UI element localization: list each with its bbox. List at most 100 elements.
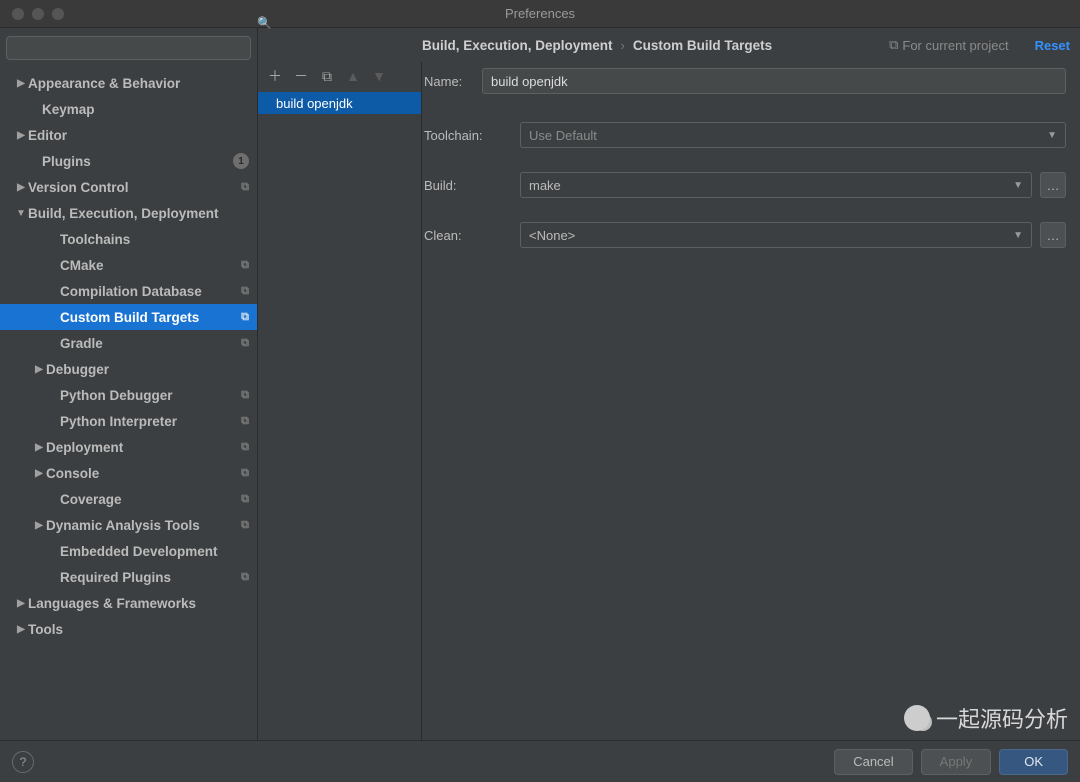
sidebar-item[interactable]: ▶Deployment⧉ xyxy=(0,434,257,460)
window-controls xyxy=(0,8,64,20)
build-browse-button[interactable]: … xyxy=(1040,172,1066,198)
move-down-button[interactable]: ▼ xyxy=(372,68,386,84)
sidebar-item[interactable]: Keymap xyxy=(0,96,257,122)
clean-value: <None> xyxy=(529,228,575,243)
sidebar-item-label: Build, Execution, Deployment xyxy=(28,206,249,221)
project-scope-icon: ⧉ xyxy=(241,259,249,272)
remove-button[interactable]: － xyxy=(294,66,308,86)
ok-button[interactable]: OK xyxy=(999,749,1068,775)
sidebar-item-label: Appearance & Behavior xyxy=(28,76,249,91)
sidebar-item-label: Dynamic Analysis Tools xyxy=(46,518,241,533)
build-label: Build: xyxy=(422,178,520,193)
sidebar-item-label: Custom Build Targets xyxy=(60,310,241,325)
zoom-window-icon[interactable] xyxy=(52,8,64,20)
sidebar-item[interactable]: ▶Console⧉ xyxy=(0,460,257,486)
expand-closed-icon: ▶ xyxy=(32,442,46,453)
expand-closed-icon: ▶ xyxy=(14,78,28,89)
name-field[interactable] xyxy=(482,68,1066,94)
add-button[interactable]: ＋ xyxy=(268,66,282,86)
breadcrumb-separator-icon: › xyxy=(621,38,625,53)
sidebar-item-label: CMake xyxy=(60,258,241,273)
sidebar-item-label: Languages & Frameworks xyxy=(28,596,249,611)
sidebar-item-label: Tools xyxy=(28,622,249,637)
settings-sidebar: 🔍 ▶Appearance & BehaviorKeymap▶EditorPlu… xyxy=(0,28,258,740)
move-up-button[interactable]: ▲ xyxy=(346,68,360,84)
copy-button[interactable]: ⧉ xyxy=(320,68,334,85)
sidebar-item[interactable]: Plugins1 xyxy=(0,148,257,174)
sidebar-item-label: Keymap xyxy=(42,102,249,117)
sidebar-item-label: Coverage xyxy=(60,492,241,507)
search-input[interactable] xyxy=(6,36,251,60)
sidebar-item-label: Compilation Database xyxy=(60,284,241,299)
reset-button[interactable]: Reset xyxy=(1035,38,1070,53)
project-scope-icon: ⧉ xyxy=(241,519,249,532)
target-panel: ＋ － ⧉ ▲ ▼ build openjdk xyxy=(258,62,422,740)
project-scope-icon: ⧉ xyxy=(241,493,249,506)
sidebar-item[interactable]: Custom Build Targets⧉ xyxy=(0,304,257,330)
sidebar-item-label: Required Plugins xyxy=(60,570,241,585)
sidebar-item[interactable]: CMake⧉ xyxy=(0,252,257,278)
minimize-window-icon[interactable] xyxy=(32,8,44,20)
project-scope-icon: ⧉ xyxy=(241,285,249,298)
toolchain-value: Use Default xyxy=(529,128,597,143)
sidebar-item[interactable]: ▶Version Control⧉ xyxy=(0,174,257,200)
sidebar-item-label: Deployment xyxy=(46,440,241,455)
sidebar-item[interactable]: ▼Build, Execution, Deployment xyxy=(0,200,257,226)
sidebar-item[interactable]: ▶Tools xyxy=(0,616,257,642)
target-list[interactable]: build openjdk xyxy=(258,92,421,740)
clean-browse-button[interactable]: … xyxy=(1040,222,1066,248)
clean-label: Clean: xyxy=(422,228,520,243)
expand-closed-icon: ▶ xyxy=(14,182,28,193)
expand-closed-icon: ▶ xyxy=(14,130,28,141)
sidebar-item-label: Toolchains xyxy=(60,232,249,247)
chevron-down-icon: ▼ xyxy=(1047,130,1057,141)
sidebar-item-label: Python Interpreter xyxy=(60,414,241,429)
project-scope-icon: ⧉ xyxy=(241,415,249,428)
target-item[interactable]: build openjdk xyxy=(258,92,421,114)
sidebar-item[interactable]: ▶Editor xyxy=(0,122,257,148)
project-scope-icon: ⧉ xyxy=(241,441,249,454)
sidebar-item[interactable]: Python Interpreter⧉ xyxy=(0,408,257,434)
chevron-down-icon: ▼ xyxy=(1013,180,1023,191)
project-scope-icon: ⧉ xyxy=(241,467,249,480)
toolchain-select[interactable]: Use Default ▼ xyxy=(520,122,1066,148)
clean-select[interactable]: <None> ▼ xyxy=(520,222,1032,248)
sidebar-item[interactable]: ▶Languages & Frameworks xyxy=(0,590,257,616)
chevron-down-icon: ▼ xyxy=(1013,230,1023,241)
update-count-badge: 1 xyxy=(233,153,249,169)
sidebar-item[interactable]: ▶Dynamic Analysis Tools⧉ xyxy=(0,512,257,538)
build-value: make xyxy=(529,178,561,193)
sidebar-item[interactable]: Compilation Database⧉ xyxy=(0,278,257,304)
sidebar-item[interactable]: Embedded Development xyxy=(0,538,257,564)
close-window-icon[interactable] xyxy=(12,8,24,20)
sidebar-item[interactable]: Gradle⧉ xyxy=(0,330,257,356)
target-editor: Name: Toolchain: Use Default ▼ Build: xyxy=(422,62,1080,740)
breadcrumb-parent[interactable]: Build, Execution, Deployment xyxy=(422,38,613,53)
sidebar-item[interactable]: Required Plugins⧉ xyxy=(0,564,257,590)
sidebar-item[interactable]: Coverage⧉ xyxy=(0,486,257,512)
project-scope-icon: ⧉ xyxy=(241,389,249,402)
build-select[interactable]: make ▼ xyxy=(520,172,1032,198)
dialog-footer: ? Cancel Apply OK xyxy=(0,740,1080,782)
window-title: Preferences xyxy=(505,6,575,21)
expand-closed-icon: ▶ xyxy=(14,624,28,635)
toolchain-label: Toolchain: xyxy=(422,128,520,143)
apply-button[interactable]: Apply xyxy=(921,749,992,775)
target-item-label: build openjdk xyxy=(276,96,353,111)
project-scope-icon: ⧉ xyxy=(241,571,249,584)
sidebar-item[interactable]: ▶Debugger xyxy=(0,356,257,382)
sidebar-item-label: Version Control xyxy=(28,180,241,195)
sidebar-item[interactable]: Toolchains xyxy=(0,226,257,252)
sidebar-item[interactable]: ▶Appearance & Behavior xyxy=(0,70,257,96)
sidebar-item[interactable]: Python Debugger⧉ xyxy=(0,382,257,408)
sidebar-item-label: Debugger xyxy=(46,362,249,377)
settings-tree[interactable]: ▶Appearance & BehaviorKeymap▶EditorPlugi… xyxy=(0,68,257,740)
titlebar: Preferences xyxy=(0,0,1080,28)
cancel-button[interactable]: Cancel xyxy=(834,749,912,775)
sidebar-item-label: Console xyxy=(46,466,241,481)
help-button[interactable]: ? xyxy=(12,751,34,773)
name-label: Name: xyxy=(422,74,482,89)
expand-open-icon: ▼ xyxy=(14,208,28,219)
scope-indicator: ⧉ For current project xyxy=(889,37,1009,53)
project-scope-icon: ⧉ xyxy=(241,181,249,194)
